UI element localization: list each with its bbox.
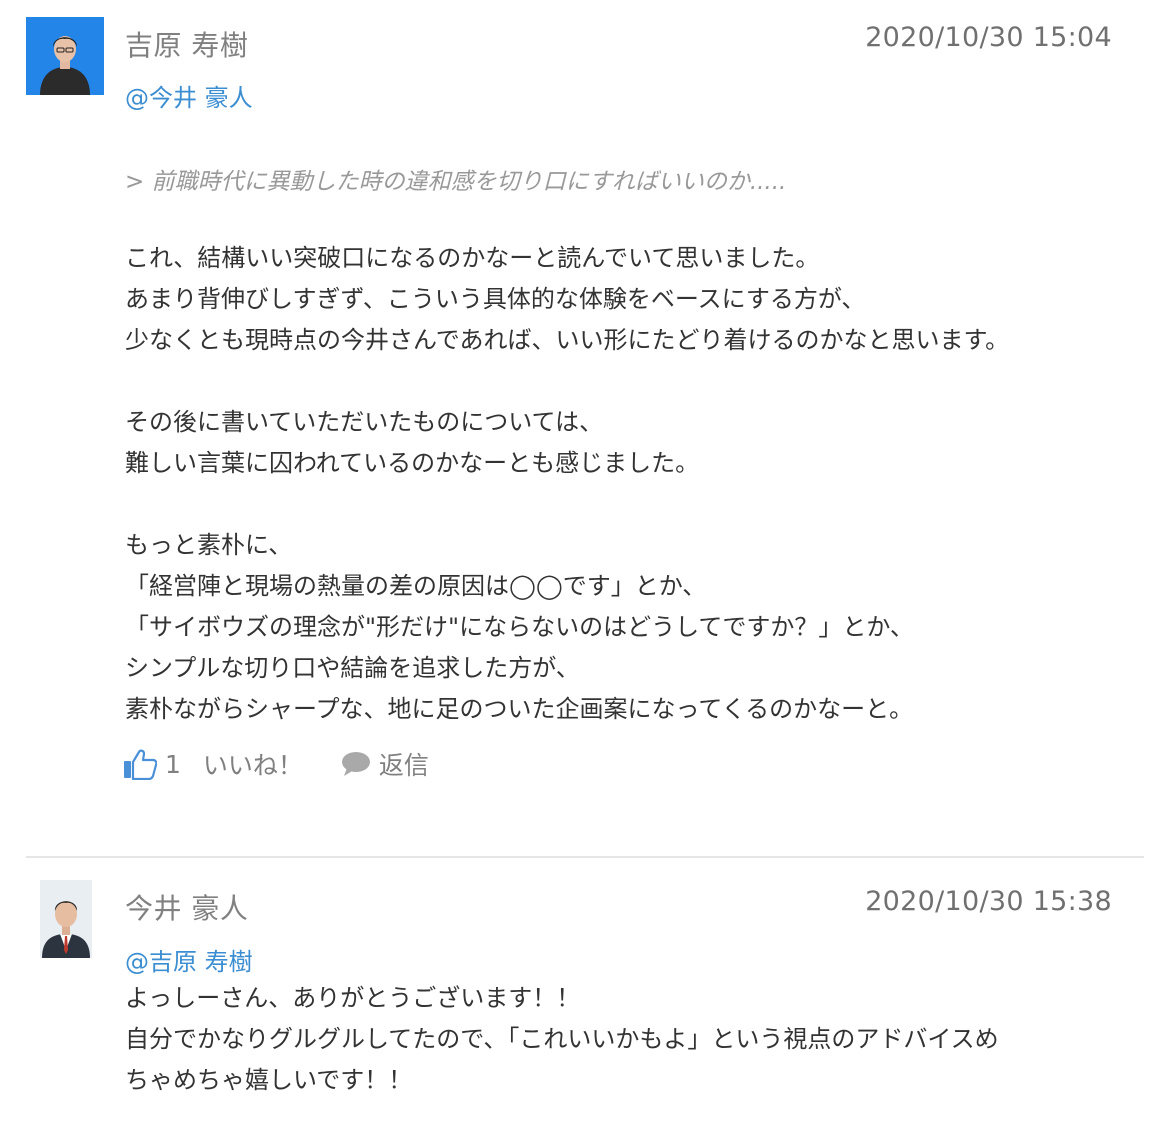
comment-line: 自分でかなりグルグルしてたので、「これいいかもよ」という視点のアドバイスめ (125, 1025, 999, 1053)
author-name[interactable]: 今井 豪人 (125, 887, 248, 927)
like-label: いいね！ (202, 751, 303, 780)
comment-body: これ、結構いい突破口になるのかなーと読んでいて思いました。 あまり背伸びしすぎず… (125, 238, 1150, 730)
comment-line: 「経営陣と現場の熱量の差の原因は◯◯です」とか、 (125, 572, 707, 600)
comment-body: よっしーさん、ありがとうございます！！ 自分でかなりグルグルしてたので、「これい… (125, 978, 1150, 1101)
comment-line: 少なくとも現時点の今井さんであれば、いい形にたどり着けるのかなと思います。 (125, 326, 1010, 354)
author-name[interactable]: 吉原 寿樹 (125, 24, 248, 64)
thumbs-up-icon (124, 749, 157, 780)
comment-actions: 1 いいね！ 返信 (123, 746, 429, 782)
comment-divider (26, 856, 1144, 858)
comment-line: シンプルな切り口や結論を追求した方が、 (125, 654, 580, 682)
avatar[interactable] (40, 880, 92, 958)
comment-line: これ、結構いい突破口になるのかなーと読んでいて思いました。 (125, 244, 820, 272)
speech-bubble-icon (341, 752, 370, 776)
comment-line: 難しい言葉に囚われているのかなーとも感じました。 (125, 449, 700, 477)
quoted-text: > 前職時代に異動した時の違和感を切り口にすればいいのか..... (125, 169, 787, 195)
user-photo-icon (26, 17, 104, 95)
like-count: 1 (165, 749, 181, 779)
reply-label: 返信 (378, 751, 429, 780)
avatar[interactable] (26, 17, 104, 95)
like-button[interactable]: 1 いいね！ (123, 746, 303, 782)
user-photo-icon (40, 880, 92, 958)
comment-timestamp: 2020/10/30 15:04 (865, 22, 1112, 53)
comment-line: その後に書いていただいたものについては、 (125, 408, 604, 436)
comment-line: 「サイボウズの理念が"形だけ"にならないのはどうしてですか？」とか、 (125, 613, 914, 641)
reply-button[interactable]: 返信 (341, 746, 429, 782)
mention-link[interactable]: @今井 豪人 (125, 78, 253, 113)
comment-line: あまり背伸びしすぎず、こういう具体的な体験をベースにする方が、 (125, 285, 866, 313)
comment-line: よっしーさん、ありがとうございます！！ (125, 984, 581, 1012)
comment-timestamp: 2020/10/30 15:38 (865, 886, 1112, 917)
comment-line: 素朴ながらシャープな、地に足のついた企画案になってくるのかなーと。 (125, 695, 914, 723)
comment-line: もっと素朴に、 (125, 531, 293, 559)
comment-line: ちゃめちゃ嬉しいです！！ (125, 1066, 413, 1094)
mention-link[interactable]: @吉原 寿樹 (125, 942, 253, 977)
